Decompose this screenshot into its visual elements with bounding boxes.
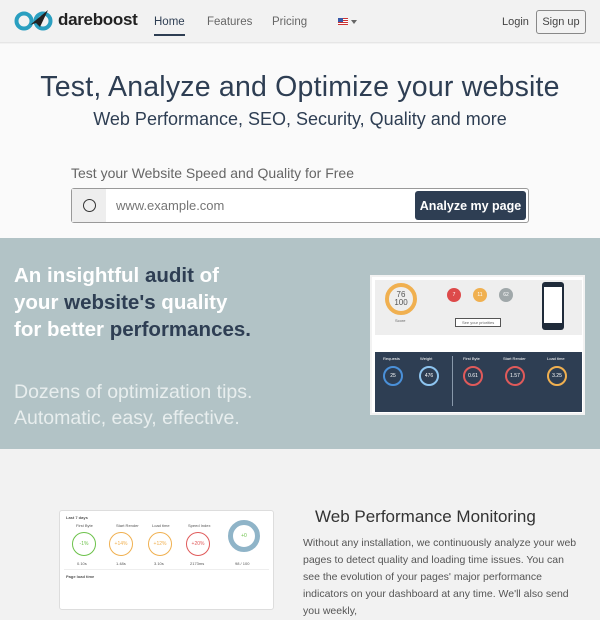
weight-label: Weight	[420, 356, 433, 361]
page-title: Test, Analyze and Optimize your website	[40, 71, 560, 103]
start-render-ring: 1.57	[505, 366, 525, 386]
requests-ring: 25	[383, 366, 403, 386]
requests-label: Requests	[383, 356, 400, 361]
nav-home[interactable]: Home	[154, 16, 185, 36]
us-flag-icon[interactable]	[338, 18, 348, 25]
issues-count: 7	[447, 288, 461, 302]
login-link[interactable]: Login	[502, 16, 529, 28]
audit-subtext: Dozens of optimization tips. Automatic, e…	[14, 381, 253, 429]
load-time-label: Load time	[547, 356, 565, 361]
header: dareboost Home Features Pricing Login Si…	[0, 0, 600, 43]
metrics-panel: Requests Weight First Byte Start Render …	[375, 352, 582, 412]
monitoring-text: Without any installation, we continuousl…	[303, 537, 577, 617]
url-input[interactable]	[116, 198, 406, 213]
load-time-ring: 3.25	[547, 366, 567, 386]
metric-change: -1%	[72, 532, 96, 556]
first-byte-ring: 0.61	[463, 366, 483, 386]
trophy-score-ring: +0	[228, 520, 260, 552]
metric-value: 0.10s	[77, 561, 87, 566]
metric-label: Speed Index	[188, 523, 211, 528]
score-value: 98 / 100	[235, 561, 250, 566]
analyze-form: Analyze my page	[71, 188, 529, 223]
weight-ring: 476	[419, 366, 439, 386]
hero: Test, Analyze and Optimize your website …	[0, 44, 600, 238]
metric-value: 1.48s	[116, 561, 126, 566]
score-label: Score	[395, 318, 406, 323]
metric-value: 3.10s	[154, 561, 164, 566]
target-icon	[72, 189, 106, 222]
start-render-label: Start Render	[503, 356, 526, 361]
phone-mockup	[542, 282, 564, 330]
nav-pricing[interactable]: Pricing	[272, 16, 307, 28]
first-byte-label: First Byte	[463, 356, 480, 361]
chart-title: Page load time	[66, 574, 95, 579]
priorities-button: See your priorities	[455, 318, 502, 327]
metric-value: 2173ms	[190, 561, 205, 566]
nav-features[interactable]: Features	[207, 16, 252, 28]
chevron-down-icon[interactable]	[351, 20, 357, 24]
metric-change: +20%	[186, 532, 210, 556]
period-label: Last 7 days	[66, 515, 88, 520]
rocket-logo-icon	[14, 10, 53, 31]
successes-count: 62	[499, 288, 513, 302]
brand-name: dareboost	[58, 10, 138, 29]
analyze-button[interactable]: Analyze my page	[415, 191, 526, 220]
audit-headline: An insightful audit of your website's qu…	[14, 264, 251, 341]
score-ring: 76 100	[385, 283, 417, 315]
metric-change: +12%	[148, 532, 172, 556]
metric-label: First Byte	[76, 523, 93, 528]
logo[interactable]: dareboost	[14, 9, 138, 31]
form-label: Test your Website Speed and Quality for …	[71, 165, 354, 181]
monitoring-section: Last 7 days First Byte Start Render Load…	[0, 449, 600, 617]
page-subtitle: Web Performance, SEO, Security, Quality …	[93, 109, 507, 129]
monitoring-title: Web Performance Monitoring	[315, 507, 536, 526]
report-screenshot: 76 100 Score 7 11 62 See your priorities …	[370, 275, 585, 415]
dashboard-screenshot: Last 7 days First Byte Start Render Load…	[59, 510, 274, 610]
signup-button[interactable]: Sign up	[536, 10, 586, 34]
metric-label: Load time	[152, 523, 170, 528]
metric-change: +14%	[109, 532, 133, 556]
improvements-count: 11	[473, 288, 487, 302]
metric-label: Start Render	[116, 523, 139, 528]
